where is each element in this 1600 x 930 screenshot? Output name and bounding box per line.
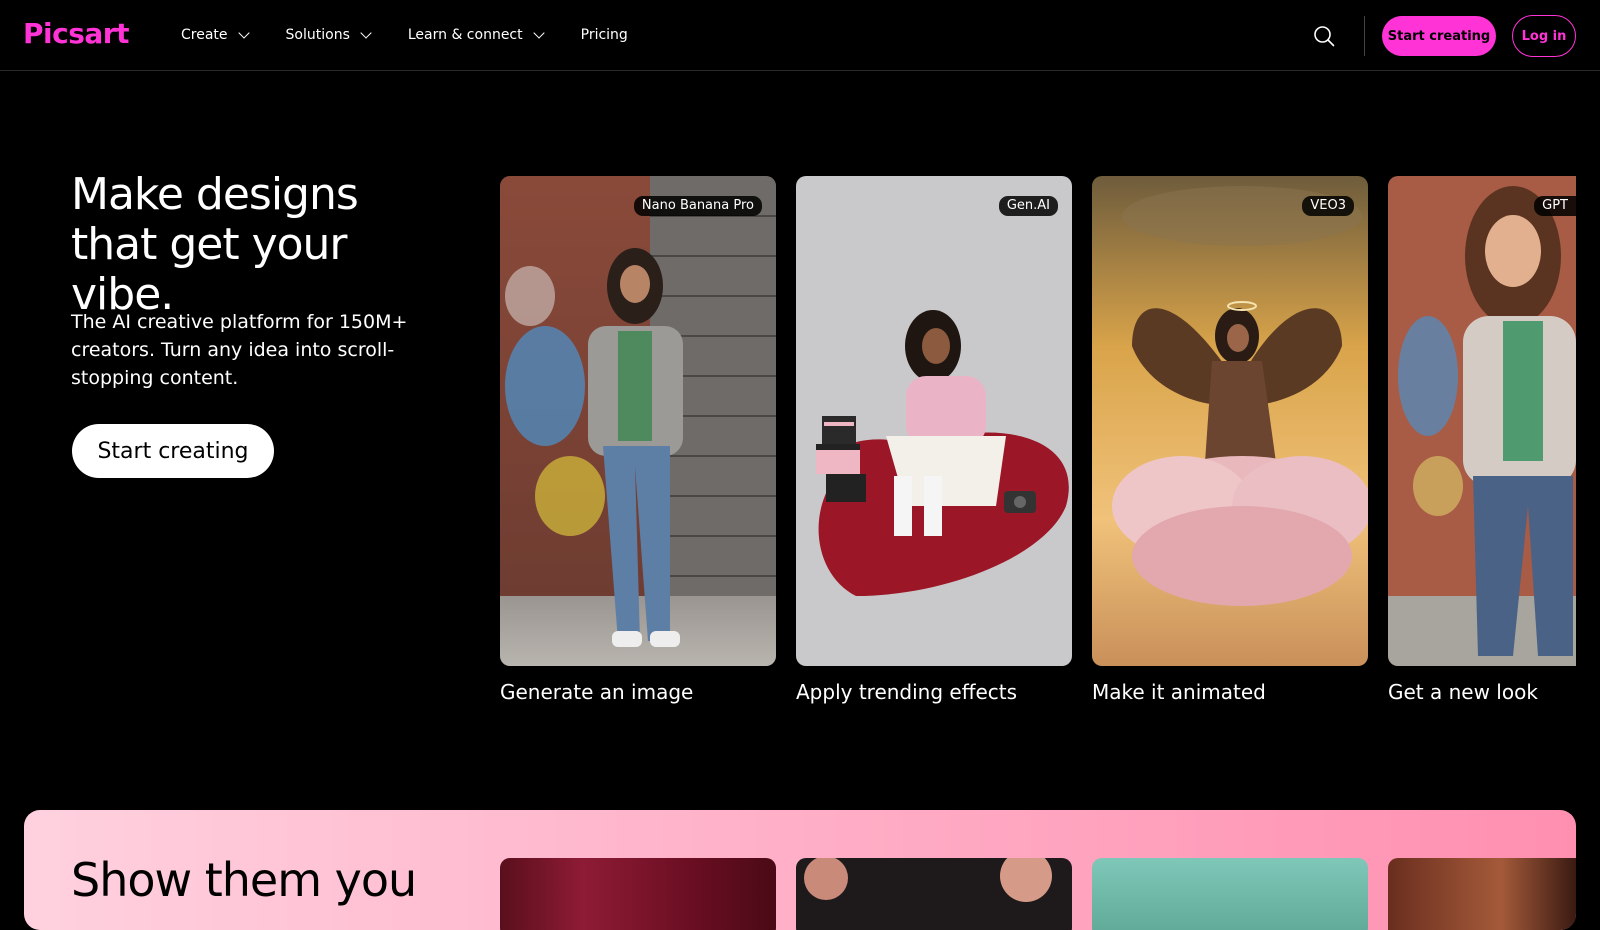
header-start-creating-button[interactable]: Start creating [1382, 16, 1496, 56]
login-button[interactable]: Log in [1512, 15, 1576, 57]
card-caption[interactable]: Generate an image [500, 679, 693, 705]
card-image-clay-character [1388, 176, 1576, 666]
feature-card-generate-image[interactable]: Nano Banana Pro [500, 176, 776, 666]
hero-title: Make designs that get your vibe. [71, 169, 359, 320]
nav-item-pricing[interactable]: Pricing [581, 24, 628, 46]
balloon-thumbnail-image [804, 858, 1052, 902]
nav-item-learn-connect[interactable]: Learn & connect [407, 24, 545, 46]
nav-item-label: Create [181, 27, 228, 43]
preview-thumbnail[interactable] [796, 858, 1072, 930]
nav-item-create[interactable]: Create [181, 24, 250, 46]
chevron-down-icon [237, 26, 250, 39]
preview-thumbnail[interactable] [1388, 858, 1576, 930]
picsart-logo[interactable]: Picsart [23, 16, 129, 52]
preview-thumbnail[interactable] [1092, 858, 1368, 930]
hero-subtitle: The AI creative platform for 150M+ creat… [71, 311, 408, 389]
feature-card-animated[interactable]: VEO3 [1092, 176, 1368, 666]
card-image-street [500, 176, 776, 666]
feature-card-new-look[interactable]: GPT [1388, 176, 1576, 666]
nav-item-label: Learn & connect [407, 27, 523, 43]
card-image-studio [796, 176, 1072, 666]
nav-item-label: Solutions [285, 27, 350, 43]
search-icon[interactable] [1313, 25, 1335, 47]
hero-start-creating-button[interactable]: Start creating [72, 424, 274, 478]
next-section-panel: Show them you [24, 810, 1576, 930]
chevron-down-icon [360, 26, 372, 39]
model-badge: GPT [1534, 196, 1576, 216]
top-navigation-bar: Picsart Create Solutions Learn & connect… [0, 0, 1600, 71]
model-badge: VEO3 [1302, 196, 1354, 216]
card-image-angel-cloud [1092, 176, 1368, 666]
main-nav: Create Solutions Learn & connect Pricing [181, 24, 666, 46]
chevron-down-icon [532, 26, 545, 39]
nav-item-solutions[interactable]: Solutions [285, 24, 372, 46]
card-caption[interactable]: Apply trending effects [796, 679, 1017, 705]
model-badge: Nano Banana Pro [633, 196, 762, 216]
nav-item-label: Pricing [580, 27, 628, 43]
feature-card-trending-effects[interactable]: Gen.AI [796, 176, 1072, 666]
card-caption[interactable]: Make it animated [1092, 679, 1266, 705]
model-badge: Gen.AI [998, 196, 1058, 216]
card-caption[interactable]: Get a new look [1388, 679, 1538, 705]
header-divider [1364, 16, 1365, 56]
preview-thumbnail[interactable] [500, 858, 776, 930]
